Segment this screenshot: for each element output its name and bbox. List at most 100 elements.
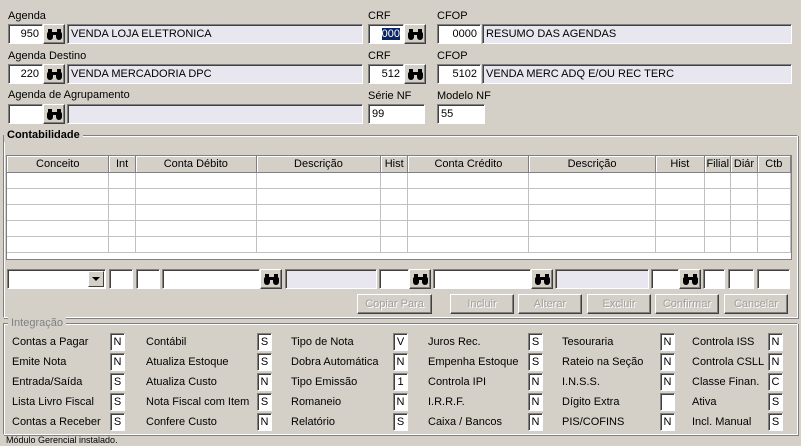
integracao-item-field[interactable]: N — [110, 353, 125, 371]
conta-credito-field[interactable] — [433, 269, 531, 289]
agenda-destino-search-button[interactable] — [43, 64, 65, 84]
integracao-item-label: Juros Rec. — [428, 336, 481, 348]
table-row[interactable] — [7, 188, 791, 205]
col-hist-debito[interactable]: Hist — [380, 156, 409, 173]
agenda-search-button[interactable] — [43, 24, 65, 44]
agrupamento-search-button[interactable] — [43, 104, 65, 124]
agenda-cfop-code-field[interactable]: 0000 — [437, 24, 481, 44]
integracao-item-field[interactable]: S — [257, 353, 272, 371]
modelo-nf-field[interactable]: 55 — [437, 104, 485, 124]
confirmar-button[interactable]: Confirmar — [655, 294, 719, 314]
col-ctb[interactable]: Ctb — [757, 156, 791, 173]
integracao-item-field[interactable]: S — [110, 393, 125, 411]
col-hist-credito[interactable]: Hist — [655, 156, 706, 173]
integracao-item-field[interactable]: S — [257, 333, 272, 351]
conta-debito-prefix-field[interactable] — [136, 269, 160, 289]
serie-nf-field[interactable]: 99 — [368, 104, 425, 124]
agenda-crf-search-button[interactable] — [404, 24, 426, 44]
integracao-item-field[interactable]: N — [257, 413, 272, 431]
integracao-item-field[interactable]: N — [528, 373, 543, 391]
modelo-nf-label: Modelo NF — [437, 90, 491, 102]
conta-debito-search-button[interactable] — [260, 269, 282, 289]
table-row[interactable] — [7, 172, 791, 189]
integracao-item-field[interactable]: S — [393, 413, 408, 431]
cancelar-button[interactable]: Cancelar — [724, 294, 788, 314]
integracao-item-field[interactable]: S — [110, 373, 125, 391]
agenda-crf-field[interactable]: 000 — [368, 24, 404, 44]
agenda-code-field[interactable]: 950 — [8, 24, 43, 44]
binoculars-icon — [263, 273, 279, 285]
col-int[interactable]: Int — [108, 156, 136, 173]
chevron-down-icon[interactable] — [88, 271, 104, 287]
integracao-item-label: Classe Finan. — [692, 376, 760, 388]
conceito-select[interactable] — [7, 269, 106, 289]
descricao-debito-field — [285, 269, 377, 289]
integracao-item-field[interactable]: S — [768, 413, 783, 431]
integracao-item-label: Atualiza Custo — [146, 376, 217, 388]
agenda-destino-cfop-code-field[interactable]: 5102 — [437, 64, 481, 84]
integracao-item-field[interactable]: N — [393, 393, 408, 411]
hist-debito-field[interactable] — [379, 269, 409, 289]
col-diar[interactable]: Diár — [730, 156, 758, 173]
integracao-item-field[interactable]: N — [660, 413, 675, 431]
integracao-item-field[interactable]: N — [528, 413, 543, 431]
table-row[interactable] — [7, 236, 791, 253]
col-conta-debito[interactable]: Conta Débito — [135, 156, 257, 173]
integracao-item-field[interactable]: N — [768, 333, 783, 351]
contabilidade-title: Contabilidade — [4, 129, 83, 142]
integracao-item-label: Rateio na Seção — [562, 356, 644, 368]
integracao-item-field[interactable]: S — [528, 333, 543, 351]
incluir-button[interactable]: Incluir — [450, 294, 514, 314]
ctb-field[interactable] — [757, 269, 790, 289]
filial-field[interactable] — [703, 269, 725, 289]
agrupamento-code-field[interactable] — [8, 104, 43, 124]
col-filial[interactable]: Filial — [704, 156, 732, 173]
col-conta-credito[interactable]: Conta Crédito — [407, 156, 530, 173]
integracao-item-field[interactable]: S — [257, 393, 272, 411]
agenda-destino-crf-label: CRF — [368, 50, 391, 62]
hist-credito-search-button[interactable] — [679, 269, 701, 289]
integracao-item-field[interactable] — [660, 393, 675, 411]
hist-credito-field[interactable] — [651, 269, 679, 289]
integracao-item-field[interactable]: S — [528, 353, 543, 371]
agenda-desc-field: VENDA LOJA ELETRONICA — [67, 24, 363, 44]
copiar-para-button[interactable]: Copiar Para — [357, 294, 432, 314]
integracao-item-label: Atualiza Estoque — [146, 356, 229, 368]
agenda-destino-code-field[interactable]: 220 — [8, 64, 43, 84]
integracao-item-field[interactable]: S — [768, 393, 783, 411]
binoculars-icon — [46, 108, 62, 120]
binoculars-icon — [46, 28, 62, 40]
integracao-item-field[interactable]: 1 — [393, 373, 408, 391]
integracao-item-field[interactable]: S — [110, 413, 125, 431]
excluir-button[interactable]: Excluir — [587, 294, 651, 314]
table-row[interactable] — [7, 204, 791, 221]
col-conceito[interactable]: Conceito — [7, 156, 110, 173]
integracao-item-label: Nota Fiscal com Item — [146, 396, 250, 408]
diar-field[interactable] — [728, 269, 754, 289]
integracao-item-field[interactable]: V — [393, 333, 408, 351]
col-descricao-credito[interactable]: Descrição — [528, 156, 656, 173]
integracao-item-field[interactable]: N — [528, 393, 543, 411]
integracao-item-field[interactable]: N — [393, 353, 408, 371]
integracao-item-label: Tipo Emissão — [291, 376, 358, 388]
integracao-item-label: Tesouraria — [562, 336, 614, 348]
conta-debito-field[interactable] — [162, 269, 260, 289]
integracao-item-field[interactable]: N — [660, 353, 675, 371]
contabilidade-grid[interactable]: Conceito Int Conta Débito Descrição Hist… — [6, 155, 792, 260]
integracao-item-field[interactable]: N — [660, 373, 675, 391]
integracao-item-field[interactable]: C — [768, 373, 783, 391]
integracao-item-label: PIS/COFINS — [562, 416, 625, 428]
table-row[interactable] — [7, 220, 791, 237]
agenda-crf-label: CRF — [368, 10, 391, 22]
int-field[interactable] — [109, 269, 133, 289]
alterar-button[interactable]: Alterar — [518, 294, 582, 314]
integracao-item-field[interactable]: N — [768, 353, 783, 371]
hist-debito-search-button[interactable] — [409, 269, 431, 289]
agenda-destino-crf-search-button[interactable] — [404, 64, 426, 84]
agenda-destino-crf-field[interactable]: 512 — [368, 64, 404, 84]
integracao-item-field[interactable]: N — [660, 333, 675, 351]
col-descricao-debito[interactable]: Descrição — [256, 156, 382, 173]
integracao-item-field[interactable]: N — [110, 333, 125, 351]
conta-credito-search-button[interactable] — [531, 269, 553, 289]
integracao-item-field[interactable]: N — [257, 373, 272, 391]
